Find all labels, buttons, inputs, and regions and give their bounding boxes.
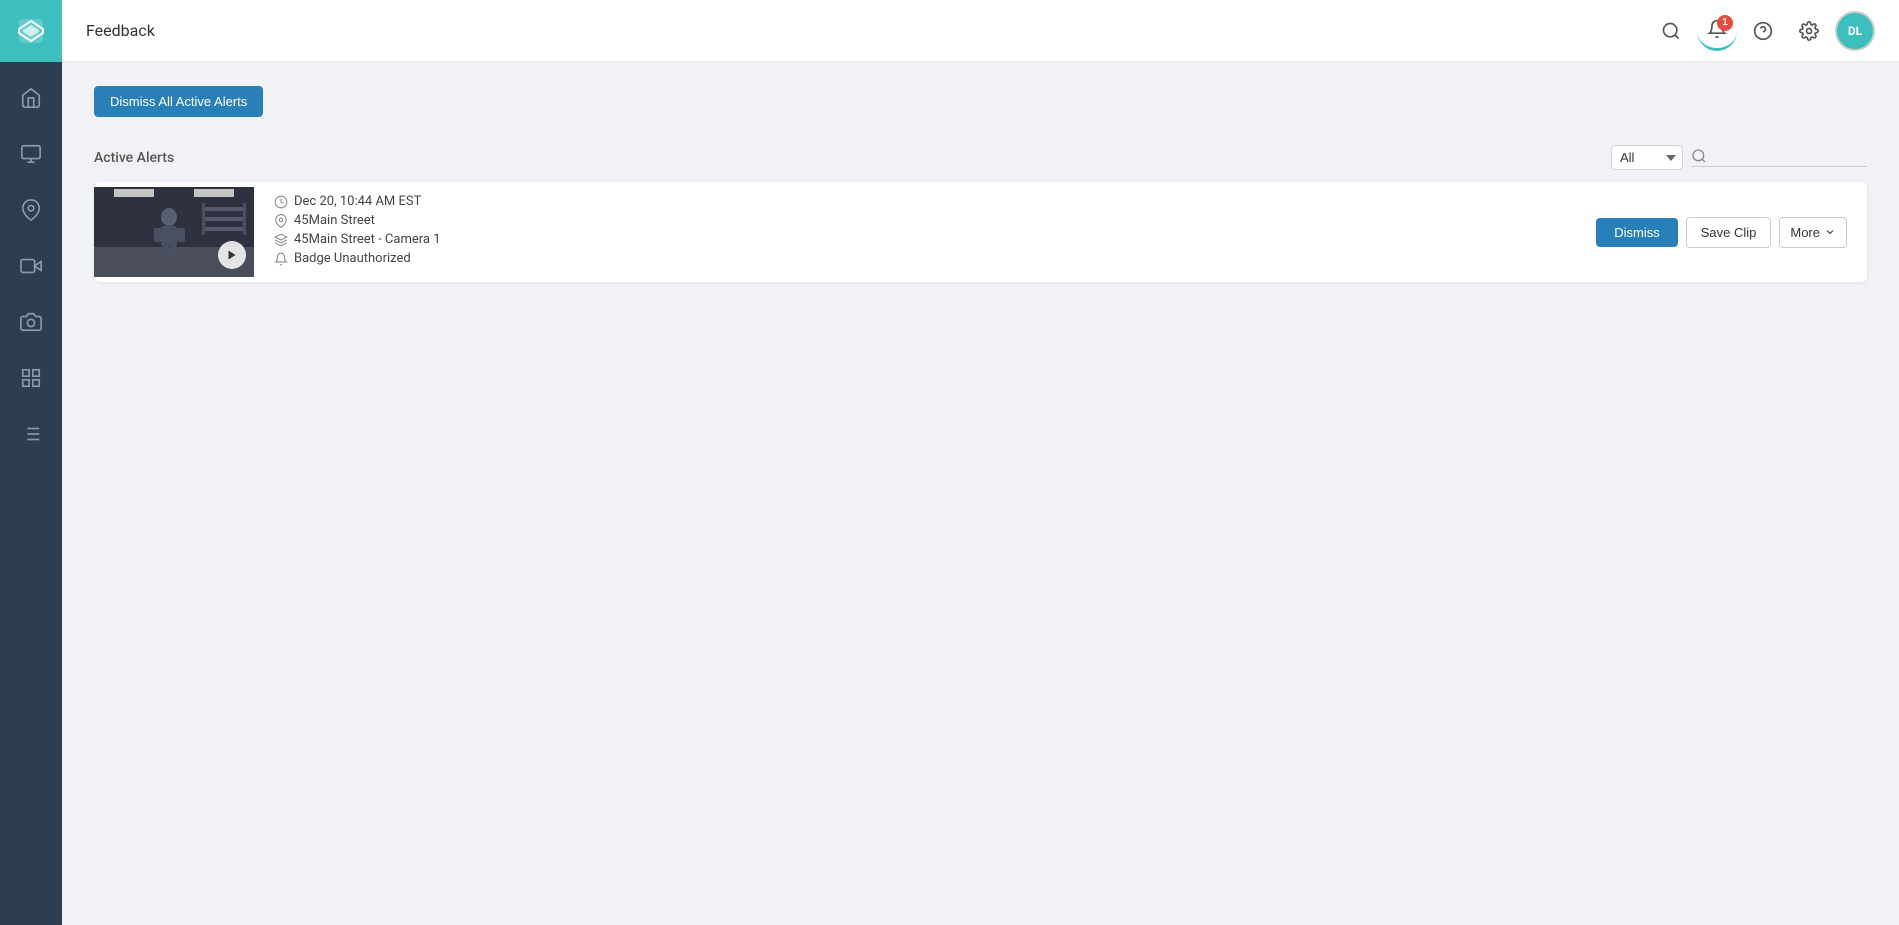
sidebar-nav: [0, 62, 62, 460]
sidebar-item-snapshot[interactable]: [0, 296, 62, 348]
settings-button[interactable]: [1789, 11, 1829, 51]
clock-icon: [274, 195, 288, 209]
search-icon: [1661, 21, 1681, 41]
sidebar: [0, 0, 62, 925]
avatar-initials: DL: [1848, 24, 1862, 38]
alert-timestamp: Dec 20, 10:44 AM EST: [294, 194, 421, 209]
header: Feedback 1: [62, 0, 1899, 62]
help-icon: [1753, 21, 1773, 41]
gear-icon: [1799, 21, 1819, 41]
sidebar-item-grid[interactable]: [0, 352, 62, 404]
sidebar-item-location[interactable]: [0, 184, 62, 236]
alert-type: Badge Unauthorized: [294, 251, 411, 266]
dismiss-button[interactable]: Dismiss: [1596, 218, 1678, 247]
filter-select[interactable]: All Badge Motion Access: [1611, 145, 1683, 170]
sidebar-item-monitor[interactable]: [0, 128, 62, 180]
alert-location-row: 45Main Street: [274, 213, 1576, 228]
sidebar-item-list[interactable]: [0, 408, 62, 460]
play-icon: [226, 249, 238, 261]
active-alerts-header: Active Alerts All Badge Motion Access: [94, 145, 1867, 170]
sidebar-logo[interactable]: [0, 0, 62, 62]
search-filter-icon: [1691, 148, 1707, 164]
alert-camera-row: 45Main Street - Camera 1: [274, 232, 1576, 247]
notification-badge: 1: [1717, 15, 1733, 31]
alert-camera: 45Main Street - Camera 1: [294, 232, 441, 247]
alert-actions: Dismiss Save Clip More: [1596, 217, 1867, 248]
play-button[interactable]: [218, 241, 246, 269]
notifications-button[interactable]: 1: [1697, 11, 1737, 51]
page-title: Feedback: [86, 21, 1651, 40]
active-alerts-label: Active Alerts: [94, 150, 174, 166]
alert-info: Dec 20, 10:44 AM EST 45Main Street: [254, 182, 1596, 282]
alert-thumbnail: [94, 187, 254, 277]
search-box: [1691, 148, 1867, 167]
more-label: More: [1790, 225, 1820, 240]
content: Dismiss All Active Alerts Active Alerts …: [62, 62, 1899, 925]
filter-row: All Badge Motion Access: [1611, 145, 1867, 170]
help-button[interactable]: [1743, 11, 1783, 51]
sidebar-item-home[interactable]: [0, 72, 62, 124]
header-actions: 1 DL: [1651, 11, 1875, 51]
alerts-search-input[interactable]: [1707, 149, 1867, 164]
avatar[interactable]: DL: [1835, 11, 1875, 51]
more-button[interactable]: More: [1779, 217, 1847, 248]
alert-location: 45Main Street: [294, 213, 375, 228]
bell-small-icon: [274, 252, 288, 266]
alert-timestamp-row: Dec 20, 10:44 AM EST: [274, 194, 1576, 209]
alert-type-row: Badge Unauthorized: [274, 251, 1576, 266]
location-pin-icon: [274, 214, 288, 228]
diamond-icon: [274, 233, 288, 247]
dismiss-all-button[interactable]: Dismiss All Active Alerts: [94, 86, 263, 117]
search-button[interactable]: [1651, 11, 1691, 51]
sidebar-item-camera[interactable]: [0, 240, 62, 292]
chevron-down-icon: [1824, 226, 1836, 238]
main-area: Feedback 1: [62, 0, 1899, 925]
save-clip-button[interactable]: Save Clip: [1686, 217, 1772, 248]
alert-card: Dec 20, 10:44 AM EST 45Main Street: [94, 182, 1867, 282]
